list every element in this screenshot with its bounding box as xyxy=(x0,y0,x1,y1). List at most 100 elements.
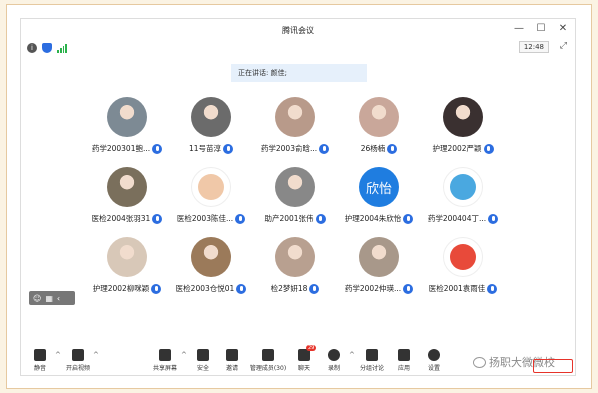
mute-button[interactable]: 静音 xyxy=(23,349,57,372)
participant-avatar xyxy=(107,237,147,277)
participant-name-row: 医检2003陈佳... xyxy=(169,213,253,224)
chat-icon: 29 xyxy=(298,345,317,361)
video-button[interactable]: 开启视频 xyxy=(61,349,95,372)
signal-icon[interactable] xyxy=(57,43,67,53)
side-panel-handle[interactable]: ☺ ▦ ‹ xyxy=(29,291,75,305)
record-icon xyxy=(328,349,340,361)
emoji-icon[interactable]: ☺ xyxy=(33,294,41,303)
participant-tile[interactable]: 11号苗淳 xyxy=(169,97,253,157)
settings-button[interactable]: 设置 xyxy=(417,349,451,372)
window-title: 腾讯会议 xyxy=(282,25,314,35)
participant-name: 护理2002柳咪颖 xyxy=(92,284,150,293)
info-icon[interactable]: i xyxy=(27,43,37,53)
manage-members-button[interactable]: 管理成员(30) xyxy=(249,349,287,372)
participant-name: 医检2003陈佳... xyxy=(176,214,234,223)
invite-label: 邀请 xyxy=(225,365,238,372)
microphone-icon xyxy=(34,349,46,361)
minimize-button[interactable]: — xyxy=(513,23,525,35)
meeting-clock: 12:48 xyxy=(518,41,549,53)
microphone-icon xyxy=(488,213,499,224)
share-label: 共享屏幕 xyxy=(152,365,177,372)
chat-button[interactable]: 29 聊天 xyxy=(287,345,321,372)
mute-options-chevron-icon[interactable]: ^ xyxy=(55,351,61,359)
window-controls: — ☐ ✕ xyxy=(513,23,569,35)
wechat-logo-icon xyxy=(473,356,486,368)
apps-button[interactable]: 应用 xyxy=(387,349,421,372)
participant-tile[interactable]: 26杨楠 xyxy=(337,97,421,157)
participant-tile[interactable]: 检2梦妍18 xyxy=(253,237,337,297)
speaking-banner: 正在讲话: 颜佳; xyxy=(231,64,367,82)
microphone-icon xyxy=(487,283,498,294)
participant-tile[interactable]: 医检2003陈佳... xyxy=(169,167,253,227)
participant-name-row: 护理2002严颖 xyxy=(421,143,505,154)
microphone-icon xyxy=(319,143,330,154)
leave-meeting-button[interactable] xyxy=(533,359,573,373)
close-button[interactable]: ✕ xyxy=(557,23,569,35)
participant-tile[interactable]: 医检2001袁雨佳 xyxy=(421,237,505,297)
fullscreen-icon[interactable]: ⤢ xyxy=(560,41,567,51)
participant-tile[interactable]: 护理2002严颖 xyxy=(421,97,505,157)
participant-avatar xyxy=(443,237,483,277)
participant-name: 药学2002仲瑛... xyxy=(344,284,402,293)
participant-name: 护理2004朱欣怡 xyxy=(344,214,402,223)
members-label: 管理成员(30) xyxy=(249,365,287,372)
microphone-icon xyxy=(236,283,247,294)
participant-name-row: 药学2003俞晗... xyxy=(253,143,337,154)
participant-name-row: 11号苗淳 xyxy=(169,143,253,154)
microphone-icon xyxy=(483,143,494,154)
title-bar: 腾讯会议 — ☐ ✕ xyxy=(21,19,575,41)
settings-label: 设置 xyxy=(427,365,440,372)
maximize-button[interactable]: ☐ xyxy=(535,23,547,35)
info-bar: i xyxy=(27,43,67,53)
participant-tile[interactable]: 医检2004张羽31 xyxy=(85,167,169,227)
participant-avatar xyxy=(191,97,231,137)
chevron-left-icon[interactable]: ‹ xyxy=(57,294,60,303)
mute-label: 静音 xyxy=(33,365,46,372)
video-label: 开启视频 xyxy=(65,365,90,372)
participant-name-row: 医检2001袁雨佳 xyxy=(421,283,505,294)
participant-avatar xyxy=(107,97,147,137)
apps-icon xyxy=(398,349,410,361)
share-screen-button[interactable]: 共享屏幕 xyxy=(148,349,182,372)
participant-tile[interactable]: 助产2001张伟 xyxy=(253,167,337,227)
invite-person-icon xyxy=(226,349,238,361)
microphone-icon xyxy=(315,213,326,224)
participant-avatar xyxy=(107,167,147,207)
participant-avatar xyxy=(191,237,231,277)
participant-name-row: 护理2004朱欣怡 xyxy=(337,213,421,224)
participant-avatar xyxy=(275,167,315,207)
participant-name: 药学200404丁... xyxy=(427,214,487,223)
shield-icon[interactable] xyxy=(42,43,52,53)
participant-name-row: 药学200404丁... xyxy=(421,213,505,224)
participant-name: 药学2003俞晗... xyxy=(260,144,318,153)
invite-button[interactable]: 邀请 xyxy=(215,349,249,372)
microphone-icon xyxy=(403,283,414,294)
participant-tile[interactable]: 医检2003仓悦01 xyxy=(169,237,253,297)
participant-tile[interactable]: 欣怡护理2004朱欣怡 xyxy=(337,167,421,227)
security-shield-icon xyxy=(197,349,209,361)
microphone-icon xyxy=(151,283,162,294)
share-screen-icon xyxy=(159,349,171,361)
participant-name-row: 医检2004张羽31 xyxy=(85,213,169,224)
participant-name: 26杨楠 xyxy=(360,144,386,153)
participant-tile[interactable]: 药学200404丁... xyxy=(421,167,505,227)
participant-name-row: 药学2002仲瑛... xyxy=(337,283,421,294)
apps-label: 应用 xyxy=(397,365,410,372)
participant-tile[interactable]: 药学2002仲瑛... xyxy=(337,237,421,297)
participant-name: 药学200301鲍... xyxy=(91,144,151,153)
record-options-chevron-icon[interactable]: ^ xyxy=(349,351,355,359)
breakout-rooms-button[interactable]: 分组讨论 xyxy=(355,349,389,372)
participant-name-row: 26杨楠 xyxy=(337,143,421,154)
participant-avatar xyxy=(359,237,399,277)
record-button[interactable]: 录制 xyxy=(317,349,351,372)
participant-avatar xyxy=(275,237,315,277)
participant-name-row: 护理2002柳咪颖 xyxy=(85,283,169,294)
security-label: 安全 xyxy=(196,365,209,372)
participant-tile[interactable]: 药学2003俞晗... xyxy=(253,97,337,157)
participant-tile[interactable]: 药学200301鲍... xyxy=(85,97,169,157)
participant-tile[interactable]: 护理2002柳咪颖 xyxy=(85,237,169,297)
video-options-chevron-icon[interactable]: ^ xyxy=(93,351,99,359)
participant-name: 医检2003仓悦01 xyxy=(175,284,235,293)
grid-view-icon[interactable]: ▦ xyxy=(45,294,53,303)
participant-avatar: 欣怡 xyxy=(359,167,399,207)
